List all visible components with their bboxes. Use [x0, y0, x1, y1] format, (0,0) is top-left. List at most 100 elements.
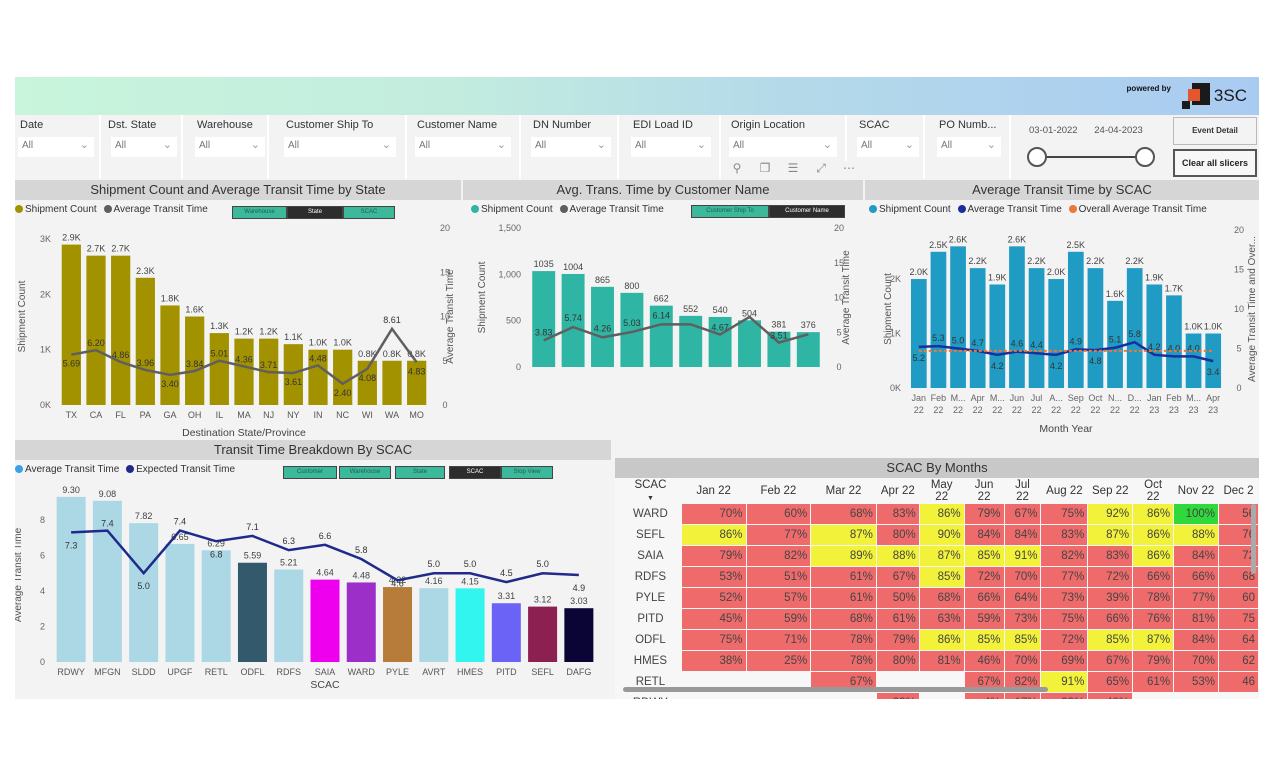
y-tick-label: 1K: [40, 345, 51, 355]
bar-data-label: 2.2K: [1086, 256, 1105, 266]
column-header[interactable]: Mar 22: [811, 479, 877, 504]
bar: [528, 606, 558, 662]
copy-icon[interactable]: ❐: [755, 161, 775, 179]
matrix-cell: 85%: [918, 566, 965, 588]
slicer-dropdown[interactable]: All ⌄: [111, 137, 177, 157]
column-header[interactable]: May 22: [919, 479, 964, 504]
matrix-cell: 86%: [1132, 545, 1175, 567]
matrix-cell: 88%: [1173, 524, 1219, 546]
bar-data-label: 2.6K: [949, 234, 968, 244]
slicer-dropdown[interactable]: All ⌄: [415, 137, 511, 157]
filter-icon[interactable]: ☰: [783, 161, 803, 179]
row-header-scac: HMES: [619, 650, 682, 672]
line-data-label: 4.83: [408, 366, 426, 376]
date-range-slider[interactable]: [1027, 147, 1155, 167]
slicer-dropdown[interactable]: All ⌄: [631, 137, 711, 157]
slicer-dropdown[interactable]: All ⌄: [857, 137, 919, 157]
slicer-dropdown[interactable]: All ⌄: [18, 137, 94, 157]
slicer-dropdown[interactable]: All ⌄: [937, 137, 1001, 157]
column-header[interactable]: Sep 22: [1088, 479, 1133, 504]
column-header[interactable]: Jun 22: [964, 479, 1004, 504]
matrix-header-row: SCAC ▼ Jan 22 Feb 22 Mar 22 Apr 22 May 22 Jun 2…: [620, 479, 1259, 504]
x-tick-label: 23: [1149, 405, 1159, 415]
clear-all-slicers-button[interactable]: Clear all slicers: [1173, 149, 1257, 177]
customer-chart-panel: Avg. Trans. Time by Customer Name Shipme…: [463, 180, 863, 438]
bar: [86, 255, 106, 405]
matrix-row: PITD 45% 59% 68% 61% 63% 59% 73% 75% 66% 76% 81% 75: [619, 608, 1259, 630]
matrix-cell: 72%: [1040, 629, 1089, 651]
slicer-warehouse: Warehouse All ⌄: [185, 115, 269, 179]
matrix-cell: 86%: [918, 503, 965, 525]
sort-desc-icon[interactable]: ▼: [647, 495, 654, 502]
matrix-cell: 78%: [810, 629, 877, 651]
matrix-cell: 84%: [1173, 629, 1219, 651]
column-header-scac[interactable]: SCAC ▼: [620, 479, 682, 504]
column-header[interactable]: Aug 22: [1041, 479, 1088, 504]
bar-data-label: 552: [683, 304, 698, 314]
y2-tick-label: 20: [1234, 225, 1244, 235]
line-data-label: 5.8: [355, 545, 368, 555]
matrix-cell: 33%: [875, 692, 920, 699]
line-data-label: 5.0: [952, 336, 965, 346]
matrix-cell: 53%: [1173, 671, 1219, 693]
matrix-cell: 59%: [745, 608, 812, 630]
bar: [1146, 284, 1163, 388]
matrix-cell: 38%: [680, 650, 747, 672]
slicer-dropdown[interactable]: All ⌄: [729, 137, 837, 157]
focus-mode-icon[interactable]: ⤢: [811, 161, 831, 179]
slicer-dropdown[interactable]: All ⌄: [284, 137, 396, 157]
column-header[interactable]: Jul 22: [1004, 479, 1041, 504]
y-tick-label: 2: [40, 621, 45, 631]
line-data-label: 6.6: [319, 531, 332, 541]
matrix-cell: 87%: [1132, 629, 1175, 651]
y-tick-label: 2K: [40, 289, 51, 299]
column-header[interactable]: Dec 2: [1218, 479, 1258, 504]
matrix-cell: 92%: [1087, 503, 1134, 525]
pin-icon[interactable]: ⚲: [727, 161, 747, 179]
x-tick-label: UPGF: [167, 667, 193, 677]
bar-data-label: 662: [654, 294, 669, 304]
bar-data-label: 4.64: [316, 568, 334, 578]
line-data-label: 4.36: [235, 354, 253, 364]
chevron-down-icon: ⌄: [696, 139, 706, 151]
more-options-icon[interactable]: ⋯: [839, 161, 859, 179]
row-header-scac: SEFL: [619, 524, 682, 546]
matrix-cell: 87%: [918, 545, 965, 567]
slicer-dropdown[interactable]: All ⌄: [531, 137, 611, 157]
line-data-label: 6.3: [282, 536, 295, 546]
matrix-cell: 79%: [1132, 650, 1175, 672]
x-tick-label: Apr: [1206, 393, 1220, 403]
vertical-scrollbar[interactable]: [1251, 504, 1256, 574]
line-data-label: 5.2: [913, 353, 926, 363]
x-axis-title: Destination State/Province: [182, 427, 306, 438]
matrix-cell: 68%: [810, 608, 877, 630]
bar: [455, 588, 485, 662]
matrix-row: RDWY33%4%17%33%48%: [619, 692, 1259, 699]
x-tick-label: MA: [237, 410, 251, 420]
matrix-cell: 66%: [1132, 566, 1175, 588]
slicer-value: All: [22, 140, 34, 151]
column-header[interactable]: Feb 22: [746, 479, 811, 504]
line-data-label: 4.7: [971, 338, 984, 348]
slicer-dropdown[interactable]: All ⌄: [195, 137, 265, 157]
matrix-cell: 76%: [1132, 608, 1175, 630]
line-data-label: 4.0: [1168, 343, 1181, 353]
line-data-label: 8.61: [383, 315, 401, 325]
horizontal-scrollbar[interactable]: [623, 687, 1048, 692]
bar: [1067, 251, 1084, 388]
bar: [738, 320, 761, 367]
column-header[interactable]: Jan 22: [681, 479, 746, 504]
column-header[interactable]: Oct 22: [1133, 479, 1174, 504]
event-detail-button[interactable]: Event Detail: [1173, 117, 1257, 145]
slider-handle-end[interactable]: [1135, 147, 1155, 167]
bar-data-label: 5.21: [280, 557, 298, 567]
x-tick-label: IL: [216, 410, 224, 420]
matrix-cell: [1132, 692, 1175, 699]
column-header[interactable]: Nov 22: [1174, 479, 1219, 504]
slider-handle-start[interactable]: [1027, 147, 1047, 167]
column-header[interactable]: Apr 22: [876, 479, 919, 504]
y-tick-label: 4: [40, 586, 45, 596]
matrix-cell: 72%: [963, 566, 1005, 588]
chevron-down-icon: ⌄: [822, 139, 832, 151]
bar-data-label: 1.0K: [1184, 322, 1203, 332]
